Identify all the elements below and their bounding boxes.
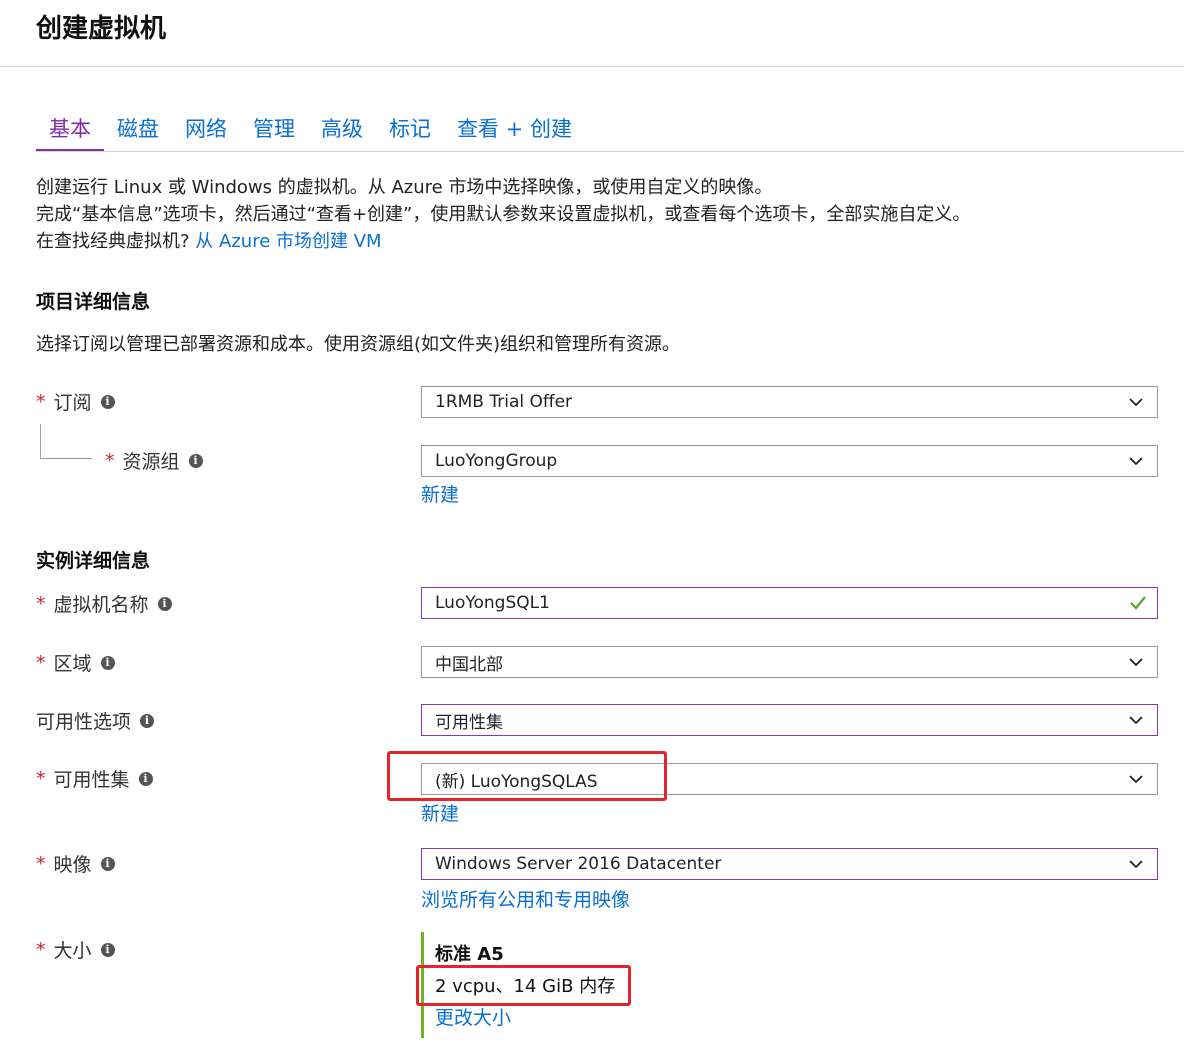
tabs-divider — [36, 151, 1184, 152]
new-resource-group-link[interactable]: 新建 — [421, 480, 459, 507]
tab-networking[interactable]: 网络 — [172, 112, 240, 150]
info-icon[interactable]: i — [100, 942, 115, 957]
vm-name-label-text: 虚拟机名称 — [53, 594, 149, 616]
chevron-down-icon — [1129, 775, 1143, 784]
vm-name-value: LuoYongSQL1 — [435, 593, 550, 613]
availability-set-label-text: 可用性集 — [53, 769, 130, 791]
project-details-heading: 项目详细信息 — [36, 291, 151, 313]
page-title: 创建虚拟机 — [36, 14, 167, 44]
tab-review-create[interactable]: 查看 + 创建 — [444, 112, 585, 150]
instance-details-heading: 实例详细信息 — [36, 550, 151, 572]
checkmark-icon — [1130, 596, 1146, 610]
resource-group-value: LuoYongGroup — [435, 451, 558, 471]
new-availability-set-link[interactable]: 新建 — [421, 799, 459, 826]
vm-name-label: * 虚拟机名称 i — [36, 590, 172, 617]
required-marker: * — [36, 651, 46, 674]
info-icon[interactable]: i — [188, 453, 203, 468]
size-label-text: 大小 — [53, 940, 92, 962]
tab-disks[interactable]: 磁盘 — [104, 112, 172, 150]
browse-images-link[interactable]: 浏览所有公用和专用映像 — [421, 885, 630, 912]
region-value: 中国北部 — [435, 654, 503, 675]
intro-text: 创建运行 Linux 或 Windows 的虚拟机。从 Azure 市场中选择映… — [36, 174, 970, 255]
info-icon[interactable]: i — [100, 394, 115, 409]
tree-connector-horizontal — [40, 458, 92, 459]
classic-vm-question: 在查找经典虚拟机? — [36, 231, 190, 252]
highlight-box-size-spec — [416, 965, 631, 1006]
intro-line-3: 在查找经典虚拟机? 从 Azure 市场创建 VM — [36, 228, 970, 255]
info-icon[interactable]: i — [100, 655, 115, 670]
create-from-marketplace-link[interactable]: 从 Azure 市场创建 VM — [195, 231, 381, 252]
subscription-dropdown[interactable]: 1RMB Trial Offer — [421, 386, 1158, 418]
availability-options-label: 可用性选项 i — [36, 707, 155, 734]
tab-tags[interactable]: 标记 — [376, 112, 444, 150]
required-marker: * — [36, 938, 46, 961]
info-icon[interactable]: i — [140, 713, 155, 728]
info-icon[interactable]: i — [100, 856, 115, 871]
chevron-down-icon — [1129, 658, 1143, 667]
required-marker: * — [36, 592, 46, 615]
availability-options-value: 可用性集 — [435, 712, 503, 733]
resource-group-dropdown[interactable]: LuoYongGroup — [421, 445, 1158, 477]
image-value: Windows Server 2016 Datacenter — [435, 854, 722, 874]
tab-management[interactable]: 管理 — [240, 112, 308, 150]
subscription-value: 1RMB Trial Offer — [435, 392, 573, 412]
subscription-label-text: 订阅 — [53, 392, 92, 414]
image-label-text: 映像 — [53, 854, 92, 876]
size-label: * 大小 i — [36, 936, 115, 963]
size-name: 标准 A5 — [435, 944, 504, 965]
availability-set-label: * 可用性集 i — [36, 765, 153, 792]
availability-options-dropdown[interactable]: 可用性集 — [421, 704, 1158, 736]
intro-line-2: 完成“基本信息”选项卡，然后通过“查看+创建”，使用默认参数来设置虚拟机，或查看… — [36, 204, 971, 225]
required-marker: * — [36, 390, 46, 413]
resource-group-label: * 资源组 i — [105, 447, 203, 474]
info-icon[interactable]: i — [138, 771, 153, 786]
tree-connector-vertical — [40, 424, 41, 458]
region-dropdown[interactable]: 中国北部 — [421, 646, 1158, 678]
vm-name-input[interactable]: LuoYongSQL1 — [421, 587, 1158, 619]
resource-group-label-text: 资源组 — [122, 451, 180, 473]
tab-basics[interactable]: 基本 — [36, 112, 104, 152]
chevron-down-icon — [1129, 860, 1143, 869]
highlight-box-availability-set — [387, 751, 667, 801]
region-label-text: 区域 — [53, 653, 92, 675]
intro-line-1: 创建运行 Linux 或 Windows 的虚拟机。从 Azure 市场中选择映… — [36, 177, 773, 198]
image-label: * 映像 i — [36, 850, 115, 877]
tab-advanced[interactable]: 高级 — [308, 112, 376, 150]
chevron-down-icon — [1129, 457, 1143, 466]
project-details-description: 选择订阅以管理已部署资源和成本。使用资源组(如文件夹)组织和管理所有资源。 — [36, 334, 681, 355]
chevron-down-icon — [1129, 716, 1143, 725]
subscription-label: * 订阅 i — [36, 388, 115, 415]
required-marker: * — [36, 767, 46, 790]
chevron-down-icon — [1129, 398, 1143, 407]
tab-bar: 基本 磁盘 网络 管理 高级 标记 查看 + 创建 — [36, 112, 585, 152]
info-icon[interactable]: i — [157, 596, 172, 611]
change-size-link[interactable]: 更改大小 — [435, 1003, 511, 1030]
required-marker: * — [105, 449, 115, 472]
image-dropdown[interactable]: Windows Server 2016 Datacenter — [421, 848, 1158, 880]
required-marker: * — [36, 852, 46, 875]
header-divider — [0, 66, 1184, 67]
region-label: * 区域 i — [36, 649, 115, 676]
availability-options-label-text: 可用性选项 — [36, 711, 132, 733]
